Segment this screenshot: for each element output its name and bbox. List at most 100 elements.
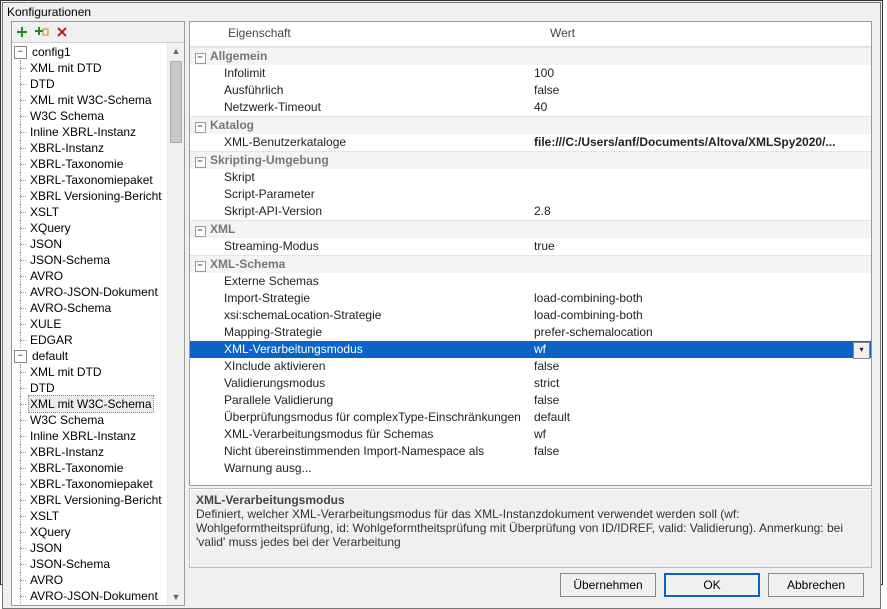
delete-icon[interactable] bbox=[55, 25, 69, 39]
collapse-icon[interactable]: − bbox=[195, 226, 206, 237]
property-row[interactable]: Parallele Validierungfalse bbox=[190, 392, 871, 409]
tree-item-label[interactable]: XBRL-Instanz bbox=[28, 444, 106, 460]
tree-item[interactable]: XBRL-Instanz bbox=[12, 444, 167, 460]
tree-item-label[interactable]: XBRL-Taxonomie bbox=[28, 460, 125, 476]
property-row[interactable]: Ausführlichfalse bbox=[190, 82, 871, 99]
property-value[interactable]: prefer-schemalocation bbox=[534, 324, 871, 341]
tree-item[interactable]: W3C Schema bbox=[12, 108, 167, 124]
tree-item[interactable]: XULE bbox=[12, 316, 167, 332]
property-row[interactable]: Nicht übereinstimmenden Import-Namespace… bbox=[190, 443, 871, 460]
tree-item-label[interactable]: AVRO-Schema bbox=[28, 300, 113, 316]
ok-button[interactable]: OK bbox=[664, 573, 760, 597]
tree-root-label[interactable]: default bbox=[30, 348, 70, 364]
property-value[interactable]: true bbox=[534, 238, 871, 255]
property-value[interactable]: load-combining-both bbox=[534, 290, 871, 307]
tree-item[interactable]: W3C Schema bbox=[12, 412, 167, 428]
tree-root-label[interactable]: config1 bbox=[30, 44, 73, 60]
property-row[interactable]: Import-Strategieload-combining-both bbox=[190, 290, 871, 307]
tree-item-label[interactable]: AVRO-JSON-Dokument bbox=[28, 284, 160, 300]
tree-item-label[interactable]: XULE bbox=[28, 316, 63, 332]
tree-item-label[interactable]: XML mit W3C-Schema bbox=[28, 395, 154, 413]
tree-item-label[interactable]: XQuery bbox=[28, 220, 73, 236]
tree-item[interactable]: AVRO-JSON-Dokument bbox=[12, 284, 167, 300]
tree-item-label[interactable]: JSON bbox=[28, 540, 64, 556]
scroll-down-icon[interactable]: ▼ bbox=[168, 589, 184, 605]
cancel-button[interactable]: Abbrechen bbox=[768, 573, 864, 597]
property-row[interactable]: XML-Verarbeitungsmodus für Schemaswf bbox=[190, 426, 871, 443]
dropdown-icon[interactable]: ▾ bbox=[853, 342, 870, 359]
property-row[interactable]: Script-Parameter bbox=[190, 186, 871, 203]
property-value[interactable]: false bbox=[534, 358, 871, 375]
collapse-icon[interactable]: − bbox=[195, 53, 206, 64]
property-row[interactable]: Netzwerk-Timeout40 bbox=[190, 99, 871, 116]
collapse-icon[interactable]: − bbox=[195, 261, 206, 272]
tree-root[interactable]: −config1 bbox=[12, 44, 167, 60]
tree-item[interactable]: XSLT bbox=[12, 508, 167, 524]
group-row[interactable]: −Allgemein bbox=[190, 47, 871, 65]
tree-item[interactable]: EDGAR bbox=[12, 332, 167, 348]
tree-item-label[interactable]: XBRL-Taxonomiepaket bbox=[28, 172, 155, 188]
property-value[interactable]: wf bbox=[534, 426, 871, 443]
property-row[interactable]: XML-Benutzerkatalogefile:///C:/Users/anf… bbox=[190, 134, 871, 151]
tree-item-label[interactable]: XBRL-Taxonomie bbox=[28, 156, 125, 172]
tree-item-label[interactable]: JSON-Schema bbox=[28, 556, 112, 572]
property-row[interactable]: xsi:schemaLocation-Strategieload-combini… bbox=[190, 307, 871, 324]
tree-scrollbar[interactable]: ▲ ▼ bbox=[167, 43, 184, 605]
tree-item[interactable]: Inline XBRL-Instanz bbox=[12, 124, 167, 140]
collapse-icon[interactable]: − bbox=[14, 46, 27, 59]
tree-item-label[interactable]: EDGAR bbox=[28, 332, 75, 348]
tree-item[interactable]: AVRO-JSON-Dokument bbox=[12, 588, 167, 604]
collapse-icon[interactable]: − bbox=[14, 350, 27, 363]
tree-item-label[interactable]: XML mit DTD bbox=[28, 60, 104, 76]
tree-item[interactable]: XML mit DTD bbox=[12, 60, 167, 76]
tree-item[interactable]: XML mit DTD bbox=[12, 364, 167, 380]
property-value[interactable]: default bbox=[534, 409, 871, 426]
tree-item-label[interactable]: XBRL Versioning-Bericht bbox=[28, 492, 164, 508]
tree-item-label[interactable]: Inline XBRL-Instanz bbox=[28, 124, 138, 140]
collapse-icon[interactable]: − bbox=[195, 122, 206, 133]
tree-item[interactable]: AVRO-Schema bbox=[12, 300, 167, 316]
tree-item[interactable]: XML mit W3C-Schema bbox=[12, 396, 167, 412]
group-row[interactable]: −XML bbox=[190, 220, 871, 238]
property-value[interactable] bbox=[534, 169, 871, 186]
property-value[interactable]: false bbox=[534, 443, 871, 460]
property-row[interactable]: XInclude aktivierenfalse bbox=[190, 358, 871, 375]
property-value[interactable]: 40 bbox=[534, 99, 871, 116]
tree-item-label[interactable]: XBRL Versioning-Bericht bbox=[28, 188, 164, 204]
property-row[interactable]: Externe Schemas bbox=[190, 273, 871, 290]
property-value[interactable] bbox=[534, 186, 871, 203]
tree-item[interactable]: AVRO bbox=[12, 572, 167, 588]
property-row[interactable]: Infolimit100 bbox=[190, 65, 871, 82]
property-value[interactable]: load-combining-both bbox=[534, 307, 871, 324]
tree-item-label[interactable]: W3C Schema bbox=[28, 108, 106, 124]
tree-item-label[interactable]: AVRO-JSON-Dokument bbox=[28, 588, 160, 604]
tree-item[interactable]: JSON bbox=[12, 540, 167, 556]
group-row[interactable]: −Katalog bbox=[190, 116, 871, 134]
property-row[interactable]: Überprüfungsmodus für complexType-Einsch… bbox=[190, 409, 871, 426]
tree-item-label[interactable]: Inline XBRL-Instanz bbox=[28, 428, 138, 444]
property-value[interactable]: 100 bbox=[534, 65, 871, 82]
tree-item-label[interactable]: XBRL-Instanz bbox=[28, 140, 106, 156]
apply-button[interactable]: Übernehmen bbox=[560, 573, 656, 597]
property-value[interactable] bbox=[534, 273, 871, 290]
tree-item[interactable]: XSLT bbox=[12, 204, 167, 220]
tree-item-label[interactable]: XML mit W3C-Schema bbox=[28, 92, 154, 108]
tree-item[interactable]: XBRL-Taxonomiepaket bbox=[12, 172, 167, 188]
tree-item[interactable]: XBRL-Taxonomie bbox=[12, 156, 167, 172]
tree-item-label[interactable]: XSLT bbox=[28, 204, 61, 220]
tree-item[interactable]: XML mit W3C-Schema bbox=[12, 92, 167, 108]
tree-item[interactable]: XBRL-Instanz bbox=[12, 140, 167, 156]
property-row[interactable]: Streaming-Modustrue bbox=[190, 238, 871, 255]
tree-item[interactable]: XBRL Versioning-Bericht bbox=[12, 492, 167, 508]
property-row[interactable]: Skript-API-Version2.8 bbox=[190, 203, 871, 220]
tree-item[interactable]: Inline XBRL-Instanz bbox=[12, 428, 167, 444]
property-value[interactable]: false bbox=[534, 392, 871, 409]
tree-item-label[interactable]: XML mit DTD bbox=[28, 364, 104, 380]
collapse-icon[interactable]: − bbox=[195, 157, 206, 168]
tree-item[interactable]: DTD bbox=[12, 380, 167, 396]
property-value[interactable]: 2.8 bbox=[534, 203, 871, 220]
property-value[interactable]: file:///C:/Users/anf/Documents/Altova/XM… bbox=[534, 134, 871, 151]
tree-root[interactable]: −default bbox=[12, 348, 167, 364]
property-row[interactable]: Skript bbox=[190, 169, 871, 186]
tree-item[interactable]: AVRO bbox=[12, 268, 167, 284]
